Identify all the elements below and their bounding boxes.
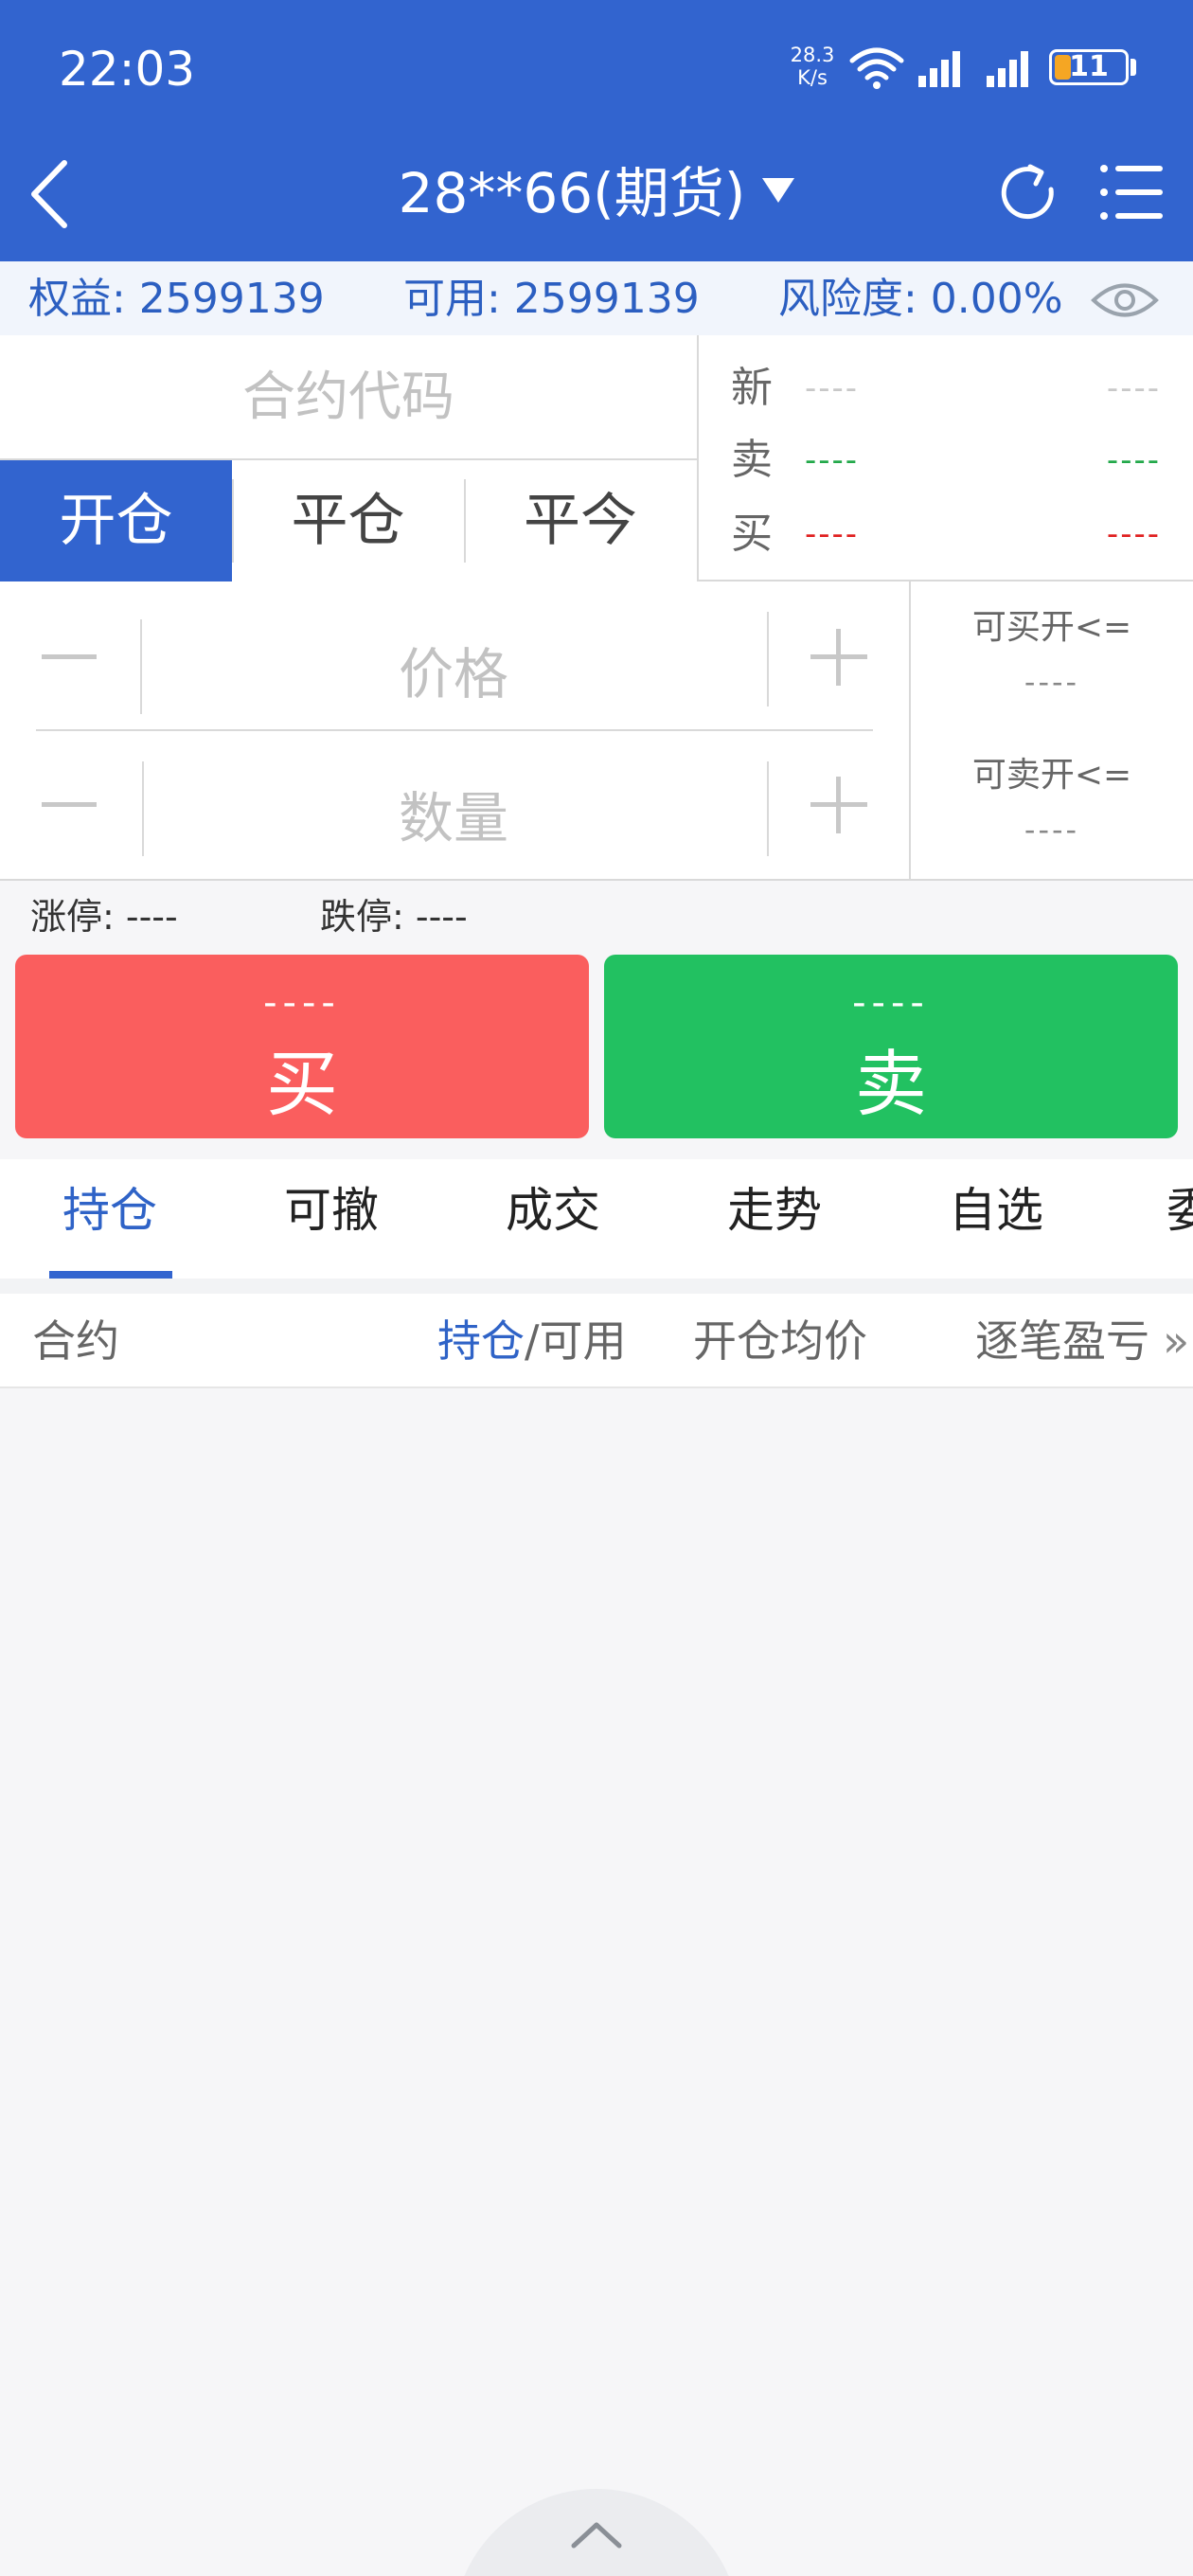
- col-contract: 合约: [32, 1315, 119, 1367]
- divider: [140, 619, 142, 714]
- quantity-input[interactable]: [146, 761, 761, 875]
- tab-watchlist[interactable]: 自选: [949, 1172, 1043, 1248]
- contract-code-input[interactable]: [0, 335, 697, 458]
- limit-down-price: 跌停: ----: [320, 896, 468, 938]
- can-sell-open-label: 可卖开<=: [971, 756, 1132, 795]
- battery-icon: 11: [1049, 49, 1129, 85]
- tab-positions[interactable]: 持仓: [62, 1172, 157, 1248]
- account-title[interactable]: 28**66(期货): [284, 155, 909, 231]
- mode-close-tab[interactable]: 平仓: [232, 460, 464, 581]
- quote-ask-left: ----: [805, 441, 860, 479]
- divider: [0, 1279, 1193, 1294]
- caret-down-icon: [762, 178, 795, 203]
- mode-open-tab[interactable]: 开仓: [0, 460, 232, 581]
- tab-trades[interactable]: 成交: [506, 1172, 600, 1248]
- account-title-text: 28**66(期货): [398, 161, 746, 225]
- price-plus-icon[interactable]: [805, 623, 873, 691]
- chevron-up-icon[interactable]: [568, 2515, 625, 2553]
- divider: [232, 479, 234, 563]
- network-speed-value: 28.3: [790, 44, 835, 66]
- back-icon[interactable]: [19, 152, 85, 237]
- network-speed-unit: K/s: [797, 66, 828, 89]
- positions-table-header: 合约 持仓/可用 开仓均价 逐笔盈亏 »: [0, 1294, 1193, 1388]
- equity-value: 权益: 2599139: [28, 275, 325, 323]
- trading-screen: 22:03 28.3 K/s 11 28**66(期货) 权益: 2599139…: [0, 0, 1193, 2576]
- battery-level: 11: [1069, 50, 1109, 83]
- available-value: 可用: 2599139: [403, 275, 700, 323]
- divider: [142, 761, 144, 856]
- positions-list: [0, 1390, 1193, 2576]
- more-columns-icon[interactable]: »: [1163, 1311, 1189, 1371]
- sell-price: ----: [852, 981, 930, 1025]
- can-buy-open-value: ----: [1024, 664, 1080, 700]
- account-summary-bar: 权益: 2599139 可用: 2599139 风险度: 0.00%: [0, 261, 1193, 335]
- quote-label-last: 新: [731, 364, 773, 412]
- risk-value: 风险度: 0.00%: [778, 275, 1063, 323]
- limit-up-price: 涨停: ----: [30, 896, 178, 938]
- network-speed: 28.3 K/s: [782, 44, 843, 89]
- buy-label: 买: [266, 1042, 338, 1126]
- col-pnl[interactable]: 逐笔盈亏: [975, 1311, 1149, 1371]
- buy-button[interactable]: ---- 买: [15, 955, 589, 1138]
- col-position-highlight: 持仓: [437, 1315, 525, 1367]
- price-input[interactable]: [146, 617, 761, 731]
- quote-ask-right: ----: [1106, 441, 1161, 479]
- app-header: 22:03 28.3 K/s 11 28**66(期货): [0, 0, 1193, 261]
- wifi-icon: [849, 47, 904, 89]
- mode-close-today-tab[interactable]: 平今: [464, 460, 697, 581]
- order-input-panel: 可买开<= ---- 可卖开<= ----: [0, 581, 1193, 881]
- tab-trend[interactable]: 走势: [727, 1172, 822, 1248]
- battery-nub: [1131, 59, 1136, 76]
- quantity-minus-icon[interactable]: [36, 771, 102, 837]
- sell-label: 卖: [855, 1042, 927, 1126]
- menu-icon[interactable]: [1098, 161, 1165, 224]
- tab-orders[interactable]: 委: [1166, 1172, 1193, 1248]
- quote-bid-right: ----: [1106, 515, 1161, 553]
- tab-cancellable[interactable]: 可撤: [284, 1172, 379, 1248]
- quote-bid-left: ----: [805, 515, 860, 553]
- status-time: 22:03: [59, 42, 196, 97]
- can-sell-open-value: ----: [1024, 812, 1080, 848]
- col-position-rest: /可用: [525, 1315, 627, 1367]
- divider: [697, 335, 699, 581]
- quote-last-right: ----: [1106, 369, 1161, 407]
- price-minus-icon[interactable]: [36, 623, 102, 689]
- divider: [36, 729, 873, 731]
- divider: [464, 479, 466, 563]
- quantity-plus-icon[interactable]: [805, 771, 873, 839]
- cell-signal-icon: [918, 51, 960, 87]
- cell-signal-icon-2: [987, 51, 1028, 87]
- active-tab-indicator: [49, 1271, 172, 1279]
- divider: [767, 761, 769, 856]
- col-open-avg-price: 开仓均价: [693, 1315, 867, 1367]
- sell-button[interactable]: ---- 卖: [604, 955, 1178, 1138]
- quote-last-left: ----: [805, 369, 860, 407]
- divider: [767, 612, 769, 707]
- col-position[interactable]: 持仓/可用: [437, 1311, 627, 1371]
- can-buy-open-label: 可买开<=: [971, 608, 1132, 647]
- refresh-icon[interactable]: [996, 161, 1060, 225]
- order-top-panel: 开仓 平仓 平今 新 ---- ---- 卖 ---- ---- 买 ---- …: [0, 335, 1193, 581]
- buy-price: ----: [263, 981, 341, 1025]
- quote-label-bid: 买: [731, 510, 773, 558]
- eye-icon[interactable]: [1091, 278, 1159, 322]
- bottom-tabs: 持仓 可撤 成交 走势 自选 委: [0, 1159, 1193, 1279]
- quote-label-ask: 卖: [731, 436, 773, 484]
